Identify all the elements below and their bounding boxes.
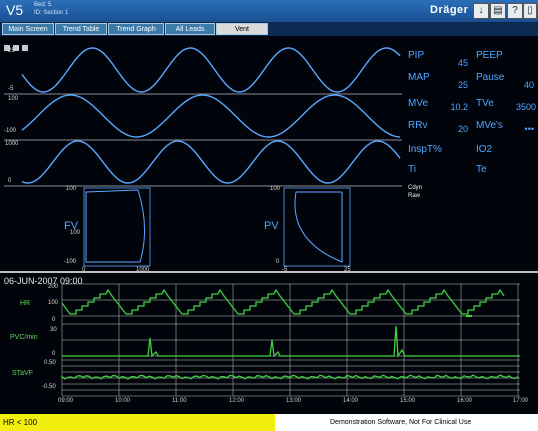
flow-waveform: [21, 94, 401, 138]
param-pip-label: PIP: [408, 50, 425, 61]
fv-y-bottom: -100: [64, 259, 77, 265]
hr-marker: [466, 315, 472, 317]
fv-loop-frame: [83, 187, 151, 267]
fv-x-right: 1000: [136, 267, 150, 273]
volume-waveform: [21, 140, 401, 184]
pvc-trend: [62, 325, 520, 358]
x-tick-0900: 09:00: [58, 398, 74, 404]
pv-y-top: 100: [270, 186, 281, 192]
x-tick-1400: 14:00: [343, 398, 359, 404]
x-tick-1100: 11:00: [172, 398, 187, 404]
w3-top: 1000: [5, 141, 19, 147]
param-inspt-label: InspT%: [408, 144, 442, 155]
stavf-scale-top: 0.50: [44, 360, 56, 366]
hr-trend: [61, 288, 505, 315]
param-mve-label: MVe: [408, 98, 429, 109]
stavf-trend-label: STaVF: [12, 370, 34, 377]
fv-x-left: 0: [82, 267, 86, 273]
fv-y-top: 100: [66, 186, 77, 192]
pressure-waveform: [21, 47, 401, 93]
w1-bottom: -5: [8, 86, 14, 92]
hr-scale-bottom: 0: [52, 317, 56, 323]
param-rrv-value: 20: [457, 124, 468, 134]
pvc-scale-top: 30: [50, 327, 57, 333]
hr-trend-label: HR: [20, 300, 31, 307]
param-mves-label: MVe's: [476, 120, 503, 131]
pv-loop-label: PV: [264, 220, 279, 232]
x-tick-1500: 15:00: [400, 398, 416, 404]
stavf-scale-bottom: -0.50: [42, 384, 56, 390]
x-tick-1000: 10:00: [115, 398, 131, 404]
w2-bottom: -100: [4, 128, 17, 134]
param-cdyn-label: Cdyn: [408, 185, 423, 191]
param-peep-label: PEEP: [476, 50, 503, 61]
x-tick-1700: 17:00: [513, 398, 529, 404]
x-tick-1300: 13:00: [286, 398, 302, 404]
param-rrv-label: RRv: [408, 120, 428, 131]
x-tick-1600: 16:00: [457, 398, 473, 404]
param-pause-label: Pause: [476, 72, 505, 83]
param-te-label: Te: [476, 164, 487, 175]
pvc-scale-bottom: 0: [52, 351, 56, 357]
alarm-message[interactable]: HR < 100: [0, 414, 275, 431]
param-map-label: MAP: [408, 72, 430, 83]
hr-scale-top: 200: [48, 284, 59, 290]
param-tve-value: 3500: [515, 102, 536, 112]
x-tick-1200: 12:00: [229, 398, 245, 404]
param-pause-value: 40: [523, 80, 534, 90]
param-ti-label: Ti: [408, 164, 416, 175]
param-tve-label: TVe: [476, 98, 494, 109]
pv-loop-frame: [283, 187, 351, 267]
demo-disclaimer: Demonstration Software, Not For Clinical…: [330, 419, 472, 426]
param-mve-value: 10.2: [450, 102, 468, 112]
fv-loop-curve: [85, 189, 146, 263]
pvc-trend-label: PVC/min: [10, 334, 38, 341]
param-pip-value: 45: [457, 58, 468, 68]
trend-datetime: 06-JUN-2007 09:00: [4, 276, 83, 286]
pv-x-right: 25: [344, 267, 351, 273]
status-bar: HR < 100 Demonstration Software, Not For…: [0, 414, 538, 431]
param-map-value: 25: [457, 80, 468, 90]
w1-top: 25: [8, 48, 15, 54]
param-mves-value: •••: [524, 124, 534, 134]
fv-x-mid: 100: [70, 230, 81, 236]
pv-y-bottom: 0: [276, 259, 280, 265]
param-io2-label: IO2: [476, 144, 493, 155]
param-raw-label: Raw: [408, 193, 421, 199]
pv-x-left: -5: [282, 267, 288, 273]
w3-bottom: 0: [8, 178, 12, 184]
w2-top: 100: [8, 96, 19, 102]
pv-loop-curve: [294, 191, 343, 263]
hr-scale-mid: 100: [48, 300, 59, 306]
